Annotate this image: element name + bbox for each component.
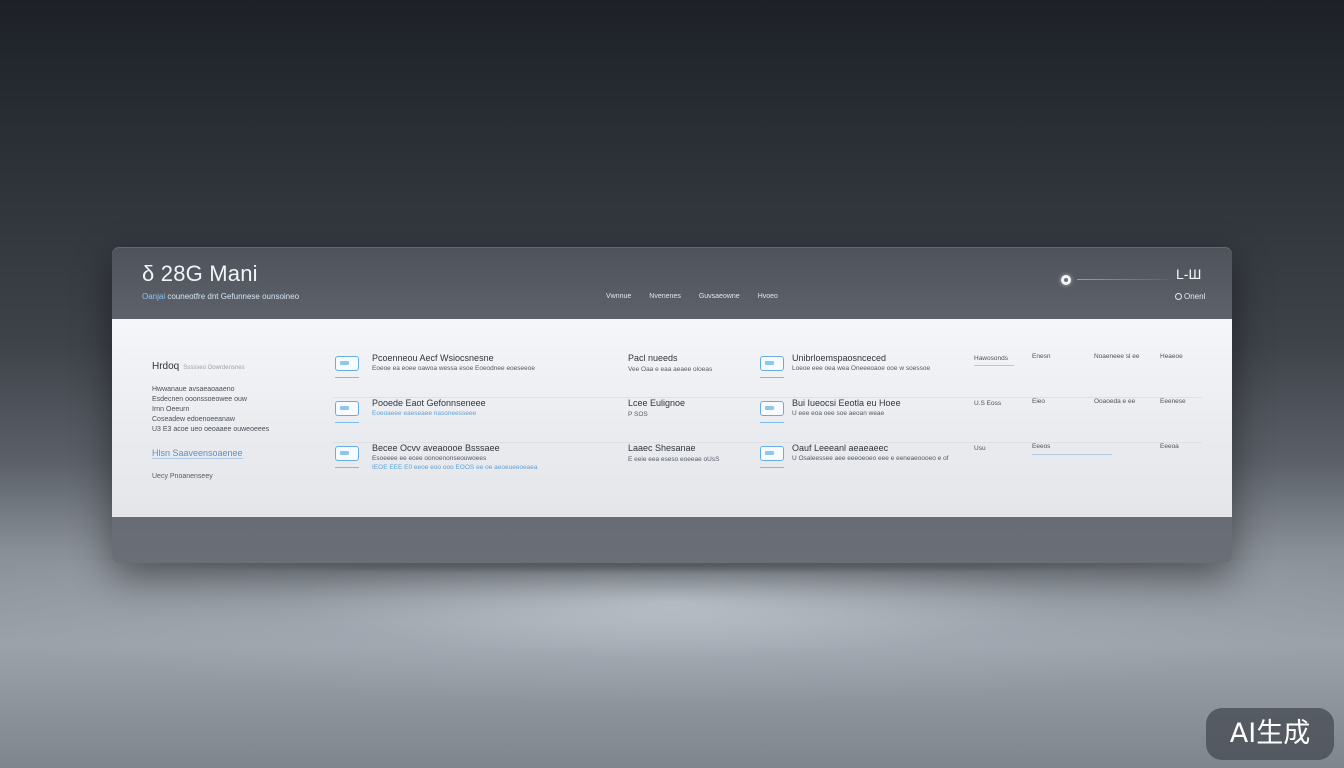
row-2-col-b: Ooaoeda e ee xyxy=(1094,398,1136,405)
card-title: Oauf Leeeanl aeaeaeec xyxy=(792,443,889,453)
row-1-card-primary[interactable]: Pcoenneou Aecf Wsiocsnesne Eoeoe ea eoee… xyxy=(332,353,622,393)
row-3-card-secondary[interactable]: Oauf Leeeanl aeaeaeec U Osaleessee aee e… xyxy=(760,443,960,483)
row-3-col-c: Eeeoa xyxy=(1160,443,1179,450)
card-icon-underline xyxy=(335,422,359,423)
card-icon-underline xyxy=(335,467,359,468)
card-title: Pcoenneou Aecf Wsiocsnesne xyxy=(372,353,494,363)
card-meta: Loeoe eee oea wea Oneeeoaoe ooe w soesso… xyxy=(792,365,931,372)
floor-reflection xyxy=(0,560,1344,700)
status-divider xyxy=(1077,279,1169,280)
sidebar-line-4: Coseadew edoenoeeanaw xyxy=(152,416,235,423)
nav-item-4[interactable]: Hvoeo xyxy=(758,293,778,300)
mid-meta: P SOS xyxy=(628,411,648,418)
card-meta-accent: Eoeoaeee eaeseaee nasoneesseee xyxy=(372,410,477,417)
circle-icon xyxy=(1175,293,1182,301)
sidebar-line-5: U3 E3 acoe ueo oeoaaee ouweoeees xyxy=(152,426,270,433)
row-3-value: Usu xyxy=(974,445,1024,452)
card-icon xyxy=(760,401,784,416)
row-2-value: U.S Eoss xyxy=(974,400,1024,407)
card-meta: U Osaleessee aee eeeoeoeo eee e eeneaeoo… xyxy=(792,455,949,462)
card-meta: Esoeeee ee ecee oonoenonseouwoees xyxy=(372,455,487,462)
sidebar-heading-text: Hrdoq xyxy=(152,361,180,372)
card-title: Unibrloemspaosnceced xyxy=(792,353,887,363)
top-right-code: L-Ш xyxy=(1176,266,1202,282)
card-icon-underline xyxy=(760,377,784,378)
mid-meta: Vee Oaa e eaa aeaee oloeas xyxy=(628,366,713,373)
app-title: δ 28G Mani xyxy=(142,261,258,287)
card-meta: U eee eoa oee soe aeoan weae xyxy=(792,410,885,417)
value-text: Hawosonds xyxy=(974,355,1008,362)
status-indicator-icon[interactable] xyxy=(1061,275,1071,285)
card-icon xyxy=(335,356,359,371)
row-1-col-b: Noaeneee sl ee xyxy=(1094,353,1140,360)
value-text: Usu xyxy=(974,445,986,452)
ai-generated-watermark: AI生成 xyxy=(1206,708,1334,760)
row-1-value: Hawosonds xyxy=(974,355,1024,366)
col-a-text: Eeeos xyxy=(1032,443,1051,450)
sidebar-line-1: Hwwanaue avsaeaoaaeno xyxy=(152,386,235,393)
header-bar: δ 28G Mani Oanjai couneotfre dnt Gefunne… xyxy=(112,247,1232,319)
card-title: Pooede Eaot Gefonnseneee xyxy=(372,398,486,408)
card-icon-underline xyxy=(760,422,784,423)
card-icon xyxy=(760,446,784,461)
nav-item-3[interactable]: Guvsaeowne xyxy=(699,293,740,300)
list-row-3: Becee Ocvv aveaoooe Bsssaee Esoeeee ee e… xyxy=(332,443,1202,487)
mid-title: Lcee Eulignoe xyxy=(628,398,686,408)
card-icon xyxy=(760,356,784,371)
row-3-mid-column: Laaec Shesanae E eeie eea eseso eoeeae o… xyxy=(628,443,748,463)
card-icon-underline xyxy=(335,377,359,378)
row-3-card-primary[interactable]: Becee Ocvv aveaoooe Bsssaee Esoeeee ee e… xyxy=(332,443,622,483)
row-1-col-c: Heaeoe xyxy=(1160,353,1183,360)
mid-meta: E eeie eea eseso eoeeae oUsS xyxy=(628,456,720,463)
dashboard-window: δ 28G Mani Oanjai couneotfre dnt Gefunne… xyxy=(112,247,1232,563)
app-title-text: 28G Mani xyxy=(160,261,258,286)
main-nav: Vwnnue Nvenenes Guvsaeowne Hvoeo xyxy=(606,293,778,300)
card-meta-accent: IEOE EEE E0 eeoe eoo ooo EOOS ee oe aeoe… xyxy=(372,464,538,471)
row-1-col-a: Enesn xyxy=(1032,353,1051,360)
row-1-mid-column: Pacl nueeds Vee Oaa e eaa aeaee oloeas xyxy=(628,353,748,373)
nav-item-1[interactable]: Vwnnue xyxy=(606,293,631,300)
top-right-action-button[interactable]: Onenl xyxy=(1175,292,1205,301)
subtitle-accent: Oanjai xyxy=(142,292,166,301)
app-subtitle: Oanjai couneotfre dnt Gefunnese ounsoine… xyxy=(142,292,299,301)
card-title: Becee Ocvv aveaoooe Bsssaee xyxy=(372,443,500,453)
row-2-col-a: Eieo xyxy=(1032,398,1046,405)
card-icon xyxy=(335,446,359,461)
content-area: Hrdoq Ssssseo Oowrdensnes Hwwanaue avsaea… xyxy=(112,319,1232,517)
row-2-mid-column: Lcee Eulignoe P SOS xyxy=(628,398,748,418)
sidebar-link[interactable]: Hlsn Saaveensoaenee xyxy=(152,448,243,459)
col-a-underline xyxy=(1032,454,1112,455)
top-right-action-label: Onenl xyxy=(1184,292,1206,301)
row-2-card-secondary[interactable]: Bui Iueocsi Eeotla eu Hoee U eee eoa oee… xyxy=(760,398,960,438)
card-icon xyxy=(335,401,359,416)
card-icon-underline xyxy=(760,467,784,468)
row-1-card-secondary[interactable]: Unibrloemspaosnceced Loeoe eee oea wea O… xyxy=(760,353,960,393)
card-meta: Eoeoe ea eoee oawoa wessa esoe Eoeodnee … xyxy=(372,365,535,372)
row-2-col-c: Eeenese xyxy=(1160,398,1186,405)
row-3-col-a: Eeeos xyxy=(1032,443,1112,455)
sidebar-line-2: Esdecnen ooonssoeowee ouw xyxy=(152,396,247,403)
subtitle-text: couneotfre dnt Gefunnese ounsoineo xyxy=(167,292,300,301)
value-underline xyxy=(974,365,1014,366)
mid-title: Laaec Shesanae xyxy=(628,443,696,453)
sidebar-line-3: Irnn Oeeurn xyxy=(152,406,190,413)
row-2-card-primary[interactable]: Pooede Eaot Gefonnseneee Eoeoaeee eaesea… xyxy=(332,398,622,438)
value-text: U.S Eoss xyxy=(974,400,1002,407)
sidebar-summary: Hrdoq Ssssseo Oowrdensnes Hwwanaue avsaea… xyxy=(152,361,322,480)
mid-title: Pacl nueeds xyxy=(628,353,678,363)
sidebar-footer: Uecy Pnoanenseey xyxy=(152,473,213,480)
list-row-1: Pcoenneou Aecf Wsiocsnesne Eoeoe ea eoee… xyxy=(332,353,1202,398)
sidebar-heading: Hrdoq Ssssseo Oowrdensnes xyxy=(152,361,322,372)
sidebar-heading-faint: Ssssseo Oowrdensnes xyxy=(183,365,245,371)
brand-logo-icon: δ xyxy=(142,261,155,286)
list-row-2: Pooede Eaot Gefonnseneee Eoeoaeee eaesea… xyxy=(332,398,1202,443)
nav-item-2[interactable]: Nvenenes xyxy=(649,293,681,300)
card-title: Bui Iueocsi Eeotla eu Hoee xyxy=(792,398,901,408)
